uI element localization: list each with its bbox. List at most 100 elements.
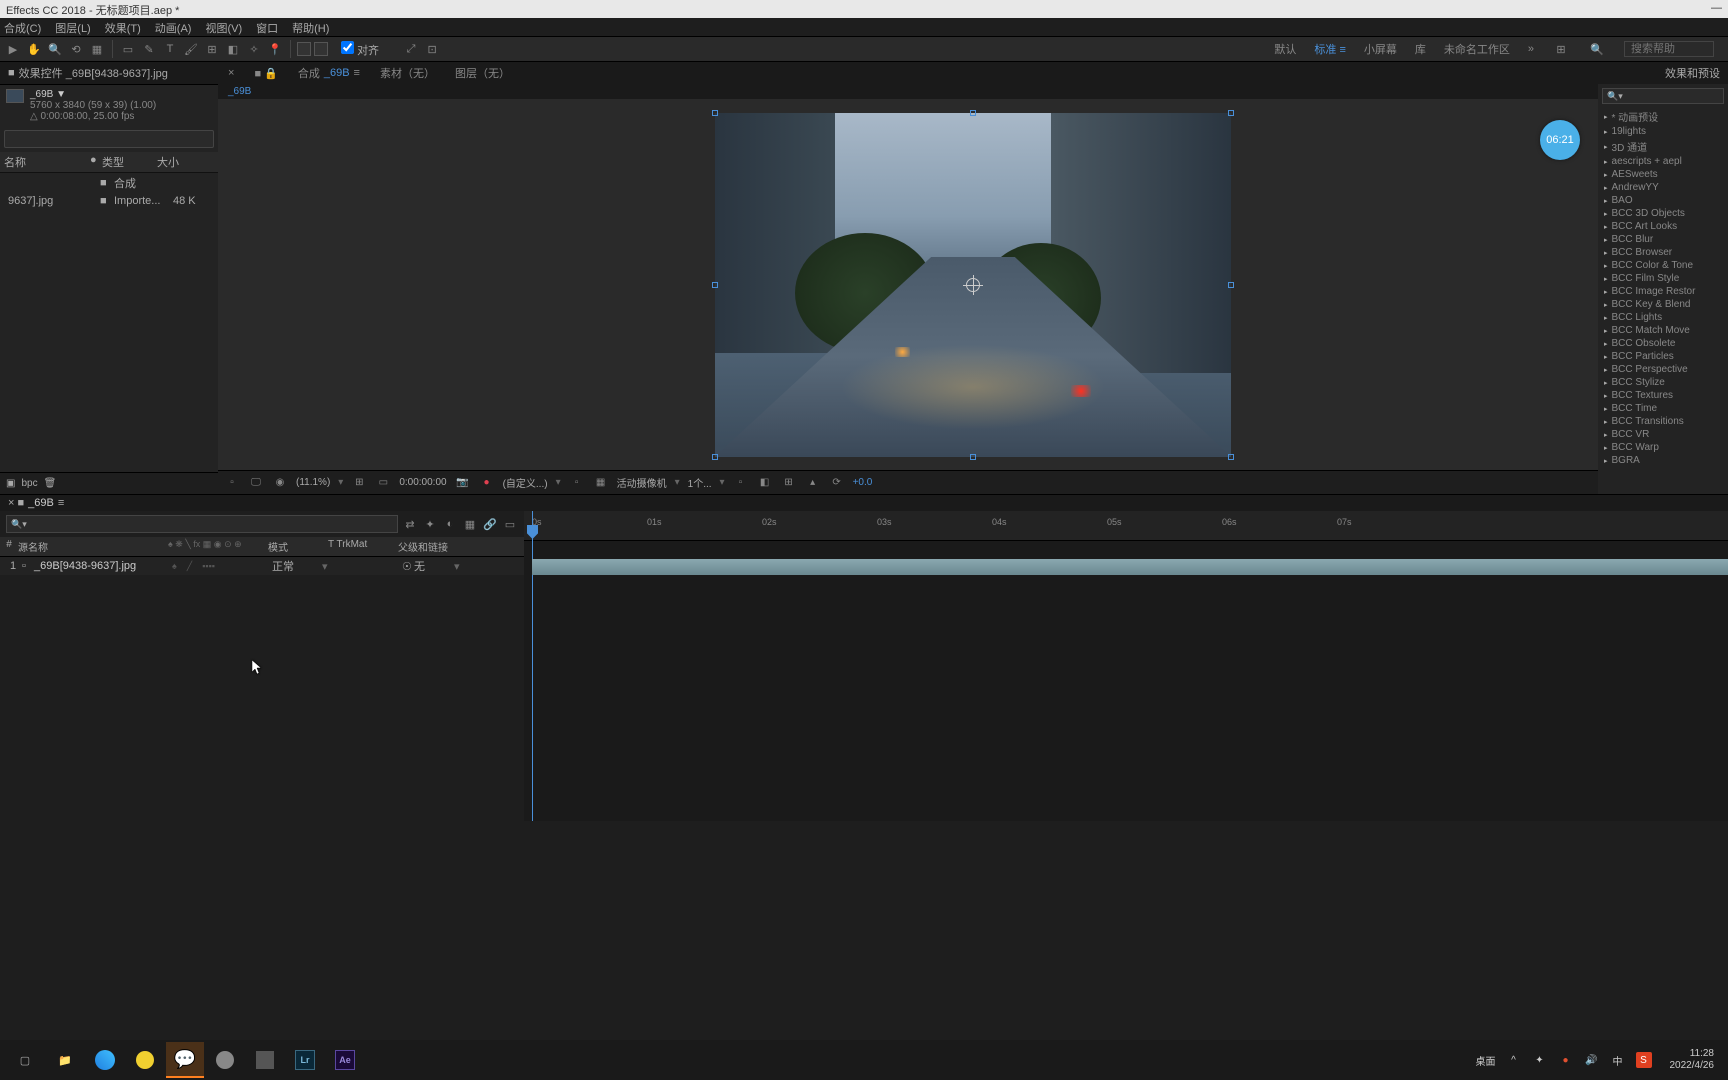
comp-subtab[interactable]: _69B [218, 84, 1728, 99]
wechat-icon[interactable]: 💬 [166, 1042, 204, 1078]
menu-view[interactable]: 视图(V) [205, 20, 242, 34]
project-row[interactable]: ■ 合成 [0, 173, 218, 193]
search-panel-icon[interactable]: ⊞ [1552, 40, 1570, 58]
fast-preview-icon[interactable]: ⟳ [829, 475, 845, 491]
comp-viewer[interactable] [715, 113, 1231, 457]
ime2-icon[interactable]: S [1636, 1052, 1652, 1068]
ws-standard[interactable]: 标准 ≡ [1314, 41, 1345, 57]
timecode[interactable]: 0:00:00:00 [399, 477, 446, 488]
stroke-swatch-icon[interactable] [314, 42, 328, 56]
tl-opt6-icon[interactable]: ▭ [502, 516, 518, 532]
ws-unnamed[interactable]: 未命名工作区 [1444, 41, 1510, 57]
res-icon[interactable]: ⊞ [351, 475, 367, 491]
menu-effect[interactable]: 效果(T) [105, 20, 141, 34]
bpc-label[interactable]: bpc [21, 478, 37, 489]
trash-icon[interactable]: 🗑 [44, 478, 57, 489]
effect-category[interactable]: BCC 3D Objects [1598, 207, 1728, 220]
effect-category[interactable]: BCC Blur [1598, 233, 1728, 246]
tray-icon[interactable]: ● [1558, 1052, 1574, 1068]
snap-opt2-icon[interactable]: ⊡ [423, 40, 441, 58]
effect-category[interactable]: AndrewYY [1598, 181, 1728, 194]
project-search-input[interactable] [4, 130, 214, 148]
menu-window[interactable]: 窗口 [256, 20, 278, 34]
view-opt1-icon[interactable]: ▫ [733, 475, 749, 491]
browser-icon[interactable] [86, 1042, 124, 1078]
playhead[interactable] [532, 511, 533, 821]
effect-category[interactable]: BCC Stylize [1598, 376, 1728, 389]
zoom-dropdown[interactable]: (11.1%) [296, 477, 330, 488]
layer-bar[interactable] [532, 559, 1728, 575]
roto-tool-icon[interactable]: ✧ [245, 40, 263, 58]
effect-category[interactable]: BCC Transitions [1598, 415, 1728, 428]
effects-tab[interactable]: 效果和预设 [1598, 62, 1728, 84]
comp-name[interactable]: _69B ▼ [30, 89, 156, 100]
ime-icon[interactable]: 中 [1610, 1052, 1626, 1068]
layer-parent[interactable]: 无 [414, 558, 454, 574]
handle-icon[interactable] [712, 110, 718, 116]
rotate-tool-icon[interactable]: ⟲ [67, 40, 85, 58]
project-row[interactable]: 9637].jpg ■ Importe... 48 K [0, 193, 218, 209]
time-ruler[interactable]: 0s01s02s03s04s05s06s07s [524, 511, 1728, 541]
timeline-search-input[interactable]: 🔍▾ [6, 515, 398, 533]
effect-category[interactable]: BCC Obsolete [1598, 337, 1728, 350]
effect-category[interactable]: BCC Image Restor [1598, 285, 1728, 298]
ws-small[interactable]: 小屏幕 [1364, 41, 1397, 57]
safe-icon[interactable]: ▭ [375, 475, 391, 491]
view-pixel-icon[interactable]: ▴ [805, 475, 821, 491]
effect-category[interactable]: aescripts + aepl [1598, 155, 1728, 168]
tl-col-parent[interactable]: 父级和链接 [398, 539, 478, 554]
pen-tool-icon[interactable]: ✎ [140, 40, 158, 58]
effect-category[interactable]: BCC Warp [1598, 441, 1728, 454]
snap-checkbox[interactable] [341, 41, 354, 54]
effect-category[interactable]: BCC Perspective [1598, 363, 1728, 376]
app2-icon[interactable] [206, 1042, 244, 1078]
lightroom-icon[interactable]: Lr [286, 1042, 324, 1078]
clock[interactable]: 11:28 2022/4/26 [1662, 1048, 1723, 1072]
effect-category[interactable]: 3D 通道 [1598, 138, 1728, 155]
desktop-label[interactable]: 桌面 [1476, 1053, 1496, 1068]
folder-icon[interactable]: ▣ [6, 478, 15, 489]
minimize-icon[interactable]: — [1711, 2, 1722, 16]
ws-more-icon[interactable]: » [1528, 43, 1534, 55]
snapshot-icon[interactable]: 📷 [455, 475, 471, 491]
snap-opt1-icon[interactable]: ⤢ [402, 40, 420, 58]
zoom-tool-icon[interactable]: 🔍 [46, 40, 64, 58]
puppet-tool-icon[interactable]: 📍 [266, 40, 284, 58]
tl-col-mode[interactable]: 模式 [268, 539, 328, 554]
effect-category[interactable]: BCC Browser [1598, 246, 1728, 259]
handle-icon[interactable] [970, 454, 976, 460]
tray-icon[interactable]: ✦ [1532, 1052, 1548, 1068]
tl-col-num[interactable]: # [0, 539, 18, 554]
effect-category[interactable]: BCC Particles [1598, 350, 1728, 363]
menu-layer[interactable]: 图层(L) [55, 20, 90, 34]
comp-tab[interactable]: 合成 _69B ≡ [288, 62, 370, 84]
col-size[interactable]: 大小 [157, 154, 197, 170]
brush-tool-icon[interactable]: 🖌 [182, 40, 200, 58]
effect-category[interactable]: BCC Color & Tone [1598, 259, 1728, 272]
region-icon[interactable]: ▫ [569, 475, 585, 491]
tl-opt4-icon[interactable]: ▦ [462, 516, 478, 532]
effect-category[interactable]: BAO [1598, 194, 1728, 207]
handle-icon[interactable] [712, 282, 718, 288]
camera-tool-icon[interactable]: ▦ [88, 40, 106, 58]
rect-tool-icon[interactable]: ▭ [119, 40, 137, 58]
layer-tab[interactable]: 图层（无） [445, 62, 520, 84]
effect-category[interactable]: 19lights [1598, 125, 1728, 138]
ws-default[interactable]: 默认 [1274, 41, 1296, 57]
view-dropdown[interactable]: 1个... [688, 475, 712, 490]
search-icon[interactable]: 🔍 [1588, 40, 1606, 58]
task-view-icon[interactable]: ▢ [6, 1042, 44, 1078]
tl-opt5-icon[interactable]: 🔗 [482, 516, 498, 532]
effect-category[interactable]: BGRA [1598, 454, 1728, 467]
effect-category[interactable]: BCC Film Style [1598, 272, 1728, 285]
tl-col-source[interactable]: 源名称 [18, 539, 168, 554]
transparency-icon[interactable]: ▦ [593, 475, 609, 491]
col-name[interactable]: 名称 [0, 154, 90, 170]
explorer-icon[interactable]: 📁 [46, 1042, 84, 1078]
effect-category[interactable]: BCC Match Move [1598, 324, 1728, 337]
tl-col-trkmat[interactable]: T TrkMat [328, 539, 398, 554]
menu-comp[interactable]: 合成(C) [4, 20, 41, 34]
effect-category[interactable]: BCC Key & Blend [1598, 298, 1728, 311]
handle-icon[interactable] [1228, 454, 1234, 460]
view-opt2-icon[interactable]: ◧ [757, 475, 773, 491]
